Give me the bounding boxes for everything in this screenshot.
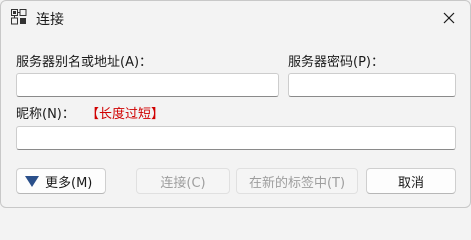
nickname-input[interactable] bbox=[16, 126, 456, 150]
more-button-label: 更多(M) bbox=[45, 175, 93, 191]
close-button[interactable] bbox=[438, 7, 460, 29]
triangle-down-icon bbox=[25, 175, 39, 187]
cancel-button-label: 取消 bbox=[397, 175, 424, 191]
open-in-new-tab-label: 在新的标签中(T) bbox=[248, 175, 346, 191]
connect-button-label: 连接(C) bbox=[160, 175, 206, 191]
nickname-warning: 【长度过短】 bbox=[86, 107, 165, 122]
cancel-button[interactable]: 取消 bbox=[366, 168, 456, 194]
server-password-input[interactable] bbox=[288, 73, 456, 97]
connect-button[interactable]: 连接(C) bbox=[136, 168, 230, 194]
server-address-label: 服务器别名或地址(A)： bbox=[16, 55, 153, 70]
server-password-label: 服务器密码(P)： bbox=[288, 55, 384, 70]
close-icon bbox=[443, 12, 455, 24]
connect-network-icon bbox=[11, 9, 27, 25]
dialog-title: 连接 bbox=[36, 12, 64, 28]
nickname-label: 昵称(N)： bbox=[16, 107, 75, 122]
more-button[interactable]: 更多(M) bbox=[16, 168, 106, 194]
connect-dialog: 连接 服务器别名或地址(A)： 服务器密码(P)： 昵称(N)： 【长度过短】 … bbox=[0, 0, 471, 208]
server-address-input[interactable] bbox=[16, 73, 279, 97]
title-bar: 连接 bbox=[1, 1, 470, 35]
open-in-new-tab-button[interactable]: 在新的标签中(T) bbox=[236, 168, 358, 194]
